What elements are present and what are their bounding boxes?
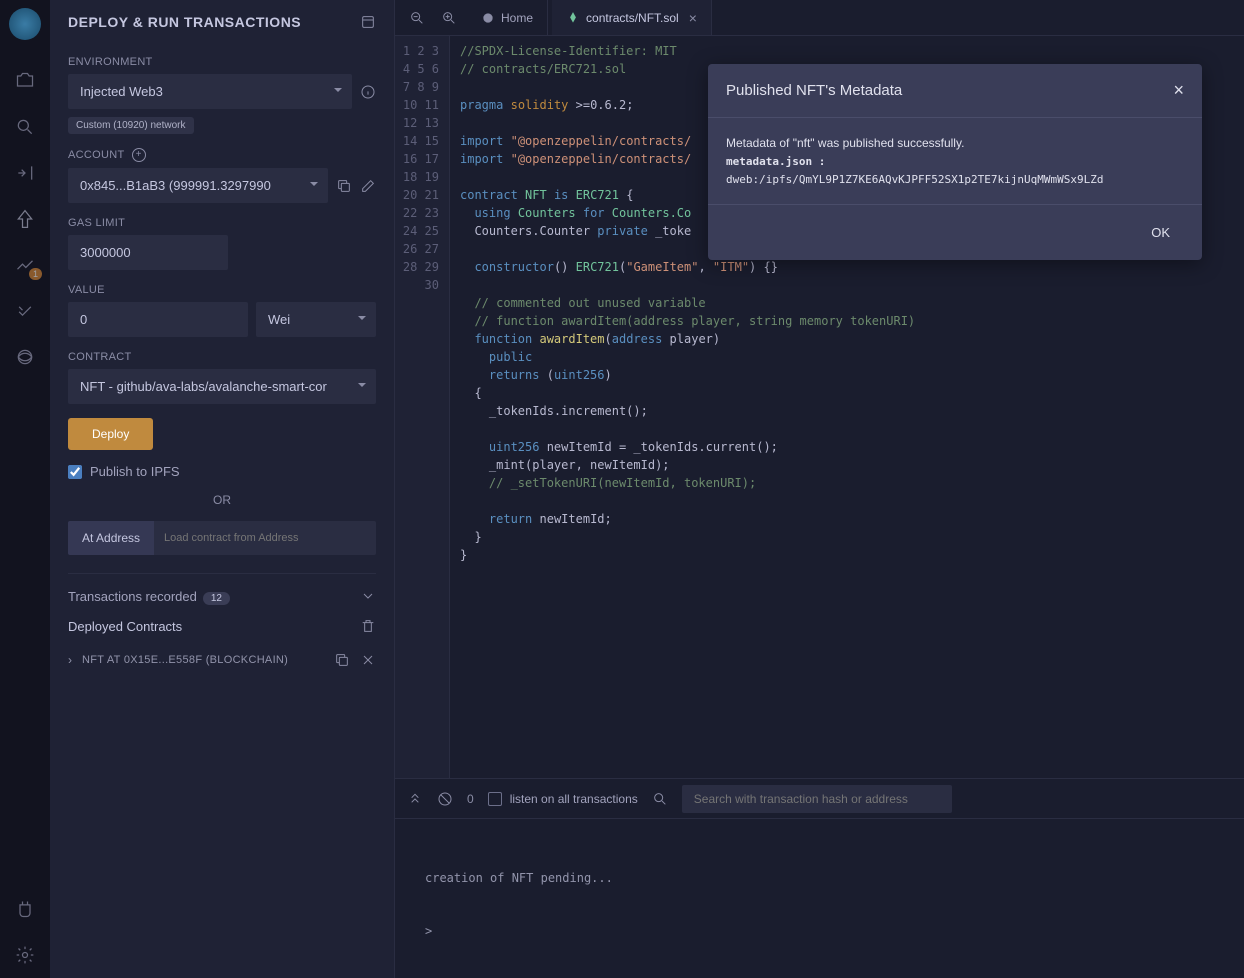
contract-instance-row[interactable]: › NFT AT 0X15E...E558F (BLOCKCHAIN) xyxy=(68,644,376,676)
modal-success-text: Metadata of "nft" was published successf… xyxy=(726,134,1184,153)
compiler-icon[interactable] xyxy=(14,162,36,184)
transactions-recorded-row[interactable]: Transactions recorded12 xyxy=(68,573,376,618)
chevron-right-icon: › xyxy=(68,653,72,667)
publish-ipfs-checkbox[interactable] xyxy=(68,465,82,479)
terminal-output: creation of NFT pending... > xyxy=(395,819,1244,978)
contract-select[interactable]: NFT - github/ava-labs/avalanche-smart-co… xyxy=(68,369,376,404)
home-icon xyxy=(481,11,495,25)
file-explorer-icon[interactable] xyxy=(14,70,36,92)
modal-title: Published NFT's Metadata xyxy=(726,82,902,99)
modal-meta-url: dweb:/ipfs/QmYL9P1Z7KE6AQvKJPFF52SX1p2TE… xyxy=(726,171,1184,189)
copy-icon[interactable] xyxy=(336,178,352,194)
deploy-panel: DEPLOY & RUN TRANSACTIONS ENVIRONMENT In… xyxy=(50,0,395,978)
terminal-search-input[interactable] xyxy=(682,785,952,813)
modal-ok-button[interactable]: OK xyxy=(1141,219,1180,246)
gas-input[interactable] xyxy=(68,235,228,270)
settings-icon[interactable] xyxy=(14,944,36,966)
tab-home[interactable]: Home xyxy=(467,0,548,35)
deployed-contracts-label: Deployed Contracts xyxy=(68,619,182,634)
debugger-icon[interactable]: 1 xyxy=(14,254,36,276)
line-gutter: 1 2 3 4 5 6 7 8 9 10 11 12 13 14 15 16 1… xyxy=(395,36,450,778)
tab-file[interactable]: contracts/NFT.sol × xyxy=(552,0,712,35)
search-icon[interactable] xyxy=(14,116,36,138)
environment-select[interactable]: Injected Web3 xyxy=(68,74,352,109)
collapse-icon[interactable] xyxy=(407,791,423,807)
solidity-icon xyxy=(566,11,580,25)
main-area: Home contracts/NFT.sol × 1 2 3 4 5 6 7 8… xyxy=(395,0,1244,978)
icon-bar: 1 xyxy=(0,0,50,978)
at-address-input[interactable] xyxy=(154,521,376,555)
publish-ipfs-label: Publish to IPFS xyxy=(90,464,180,479)
plugin-icon[interactable] xyxy=(14,346,36,368)
terminal: 0 listen on all transactions creation of… xyxy=(395,778,1244,978)
badge: 1 xyxy=(29,268,42,280)
account-label: ACCOUNT + xyxy=(68,148,376,162)
remix-logo-icon[interactable] xyxy=(9,8,41,40)
network-badge: Custom (10920) network xyxy=(68,117,194,134)
panel-menu-icon[interactable] xyxy=(360,14,376,30)
trash-icon[interactable] xyxy=(360,618,376,634)
close-tab-icon[interactable]: × xyxy=(689,10,697,26)
edit-icon[interactable] xyxy=(360,178,376,194)
zoom-out-icon[interactable] xyxy=(409,10,425,26)
metadata-modal: Published NFT's Metadata × Metadata of "… xyxy=(708,64,1202,260)
deploy-button[interactable]: Deploy xyxy=(68,418,153,450)
value-label: VALUE xyxy=(68,284,376,296)
listen-toggle[interactable]: listen on all transactions xyxy=(488,792,638,806)
close-icon[interactable] xyxy=(360,652,376,668)
zoom-in-icon[interactable] xyxy=(441,10,457,26)
copy-icon[interactable] xyxy=(334,652,350,668)
modal-close-icon[interactable]: × xyxy=(1173,80,1184,101)
environment-label: ENVIRONMENT xyxy=(68,56,376,68)
value-unit-select[interactable]: Wei xyxy=(256,302,376,337)
listen-checkbox[interactable] xyxy=(488,792,502,806)
add-account-icon[interactable]: + xyxy=(132,148,146,162)
tx-count-badge: 12 xyxy=(203,592,230,605)
panel-title: DEPLOY & RUN TRANSACTIONS xyxy=(68,14,301,30)
or-divider: OR xyxy=(68,493,376,507)
account-select[interactable]: 0x845...B1aB3 (999991.3297990 xyxy=(68,168,328,203)
editor: 1 2 3 4 5 6 7 8 9 10 11 12 13 14 15 16 1… xyxy=(395,36,1244,778)
deploy-icon[interactable] xyxy=(14,208,36,230)
gas-label: GAS LIMIT xyxy=(68,217,376,229)
at-address-button[interactable]: At Address xyxy=(68,521,154,555)
tab-bar: Home contracts/NFT.sol × xyxy=(395,0,1244,36)
plugin-manager-icon[interactable] xyxy=(14,898,36,920)
pending-count: 0 xyxy=(467,792,474,806)
modal-meta-label: metadata.json : xyxy=(726,155,825,168)
analysis-icon[interactable] xyxy=(14,300,36,322)
contract-label: CONTRACT xyxy=(68,351,376,363)
search-icon[interactable] xyxy=(652,791,668,807)
chevron-down-icon xyxy=(360,588,376,604)
value-input[interactable] xyxy=(68,302,248,337)
clear-icon[interactable] xyxy=(437,791,453,807)
info-icon[interactable] xyxy=(360,84,376,100)
